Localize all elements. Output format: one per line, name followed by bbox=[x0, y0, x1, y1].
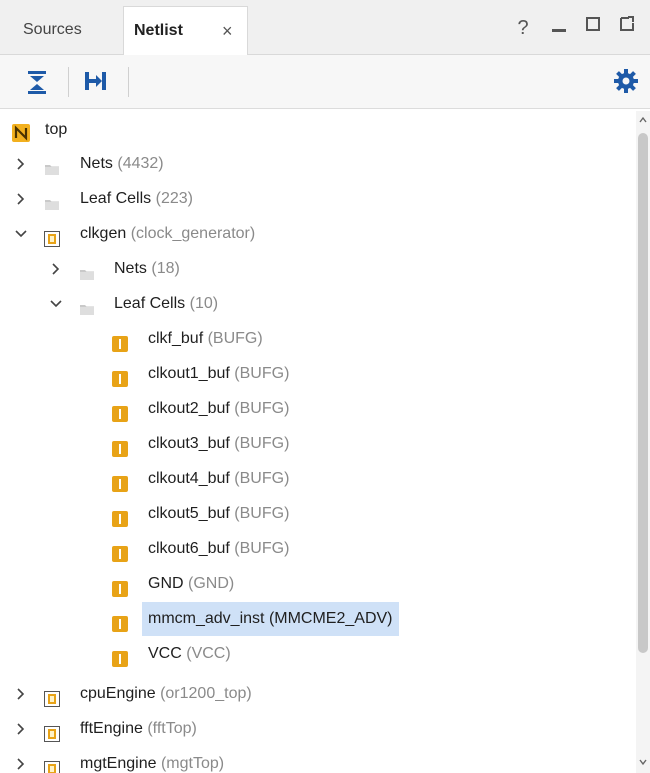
tree-row-leaf-cell[interactable]: clkout3_buf (BUFG) bbox=[0, 427, 636, 461]
leaf-cell-icon bbox=[112, 646, 128, 667]
tab-sources[interactable]: Sources bbox=[0, 6, 120, 55]
chevron-right-icon[interactable] bbox=[14, 182, 28, 216]
scroll-down-icon[interactable] bbox=[638, 757, 648, 767]
hierarchical-cell-icon bbox=[44, 226, 60, 247]
close-icon[interactable]: × bbox=[222, 7, 233, 55]
hierarchical-cell-icon bbox=[44, 756, 60, 773]
netlist-tree: top Nets (4432) Leaf Cells (223) clkgen … bbox=[0, 111, 636, 773]
tab-netlist[interactable]: Netlist × bbox=[123, 6, 248, 55]
chevron-down-icon[interactable] bbox=[14, 217, 28, 251]
chevron-right-icon[interactable] bbox=[14, 747, 28, 773]
help-icon[interactable]: ? bbox=[510, 10, 536, 46]
chevron-right-icon[interactable] bbox=[14, 677, 28, 711]
chevron-right-icon[interactable] bbox=[49, 252, 63, 286]
tree-row-fftengine[interactable]: fftEngine (fftTop) bbox=[0, 712, 636, 746]
tree-row-clkgen-nets[interactable]: Nets (18) bbox=[0, 252, 636, 286]
tab-bar: Sources Netlist × ? bbox=[0, 0, 650, 55]
netlist-root-icon bbox=[12, 121, 30, 142]
leaf-cell-icon bbox=[112, 506, 128, 527]
vertical-scrollbar[interactable] bbox=[636, 111, 650, 773]
tree-row-nets[interactable]: Nets (4432) bbox=[0, 147, 636, 181]
tree-row-leaf-cells[interactable]: Leaf Cells (223) bbox=[0, 182, 636, 216]
leaf-cell-icon bbox=[112, 331, 128, 352]
folder-icon bbox=[44, 156, 60, 175]
chevron-down-icon[interactable] bbox=[49, 287, 63, 321]
toolbar bbox=[0, 55, 650, 109]
tree-row-leaf-cell[interactable]: clkout2_buf (BUFG) bbox=[0, 392, 636, 426]
leaf-cell-icon bbox=[112, 366, 128, 387]
collapse-all-icon[interactable] bbox=[24, 67, 52, 95]
maximize-icon[interactable] bbox=[580, 10, 606, 46]
hierarchical-cell-icon bbox=[44, 721, 60, 742]
leaf-cell-icon bbox=[112, 401, 128, 422]
tree-row-top[interactable]: top bbox=[0, 113, 636, 147]
float-window-icon[interactable] bbox=[614, 10, 640, 46]
tree-row-leaf-cell[interactable]: clkout6_buf (BUFG) bbox=[0, 532, 636, 566]
toolbar-separator bbox=[128, 67, 129, 97]
gear-icon[interactable] bbox=[612, 67, 640, 95]
tree-row-leaf-cell-selected[interactable]: mmcm_adv_inst (MMCME2_ADV) bbox=[0, 602, 636, 636]
tree-row-leaf-cell[interactable]: clkout4_buf (BUFG) bbox=[0, 462, 636, 496]
tab-netlist-label: Netlist bbox=[134, 22, 183, 39]
leaf-cell-icon bbox=[112, 436, 128, 457]
tree-row-leaf-cell[interactable]: clkf_buf (BUFG) bbox=[0, 322, 636, 356]
folder-icon bbox=[79, 261, 95, 280]
leaf-cell-icon bbox=[112, 576, 128, 597]
leaf-cell-icon bbox=[112, 471, 128, 492]
folder-icon bbox=[79, 296, 95, 315]
tree-row-leaf-cell[interactable]: GND (GND) bbox=[0, 567, 636, 601]
chevron-right-icon[interactable] bbox=[14, 147, 28, 181]
chevron-right-icon[interactable] bbox=[14, 712, 28, 746]
tree-row-leaf-cell[interactable]: clkout5_buf (BUFG) bbox=[0, 497, 636, 531]
minimize-icon[interactable] bbox=[546, 10, 572, 46]
tree-row-mgtengine[interactable]: mgtEngine (mgtTop) bbox=[0, 747, 636, 773]
tree-row-leaf-cell[interactable]: VCC (VCC) bbox=[0, 637, 636, 671]
leaf-cell-icon bbox=[112, 611, 128, 632]
tree-row-clkgen[interactable]: clkgen (clock_generator) bbox=[0, 217, 636, 251]
toolbar-separator bbox=[68, 67, 69, 97]
tree-row-clkgen-leaf-cells[interactable]: Leaf Cells (10) bbox=[0, 287, 636, 321]
expand-all-icon[interactable] bbox=[82, 67, 110, 95]
selection-highlight: mmcm_adv_inst (MMCME2_ADV) bbox=[142, 602, 399, 636]
scroll-up-icon[interactable] bbox=[638, 115, 648, 125]
leaf-cell-icon bbox=[112, 541, 128, 562]
folder-icon bbox=[44, 191, 60, 210]
scrollbar-thumb[interactable] bbox=[638, 133, 648, 653]
tree-row-cpuengine[interactable]: cpuEngine (or1200_top) bbox=[0, 677, 636, 711]
hierarchical-cell-icon bbox=[44, 686, 60, 707]
tree-row-label: top bbox=[45, 121, 68, 138]
tree-row-leaf-cell[interactable]: clkout1_buf (BUFG) bbox=[0, 357, 636, 391]
